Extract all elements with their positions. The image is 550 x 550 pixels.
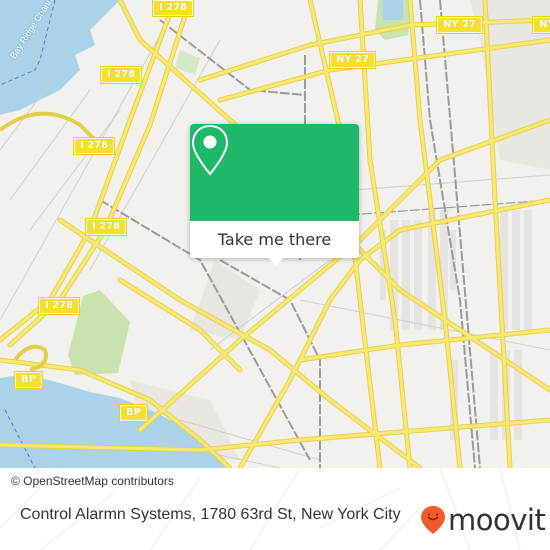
attribution-text: © OpenStreetMap contributors [11,474,174,488]
location-popup: Take me there [190,124,359,266]
address-text: Control Alarmn Systems, 1780 63rd St, Ne… [20,506,401,523]
route-shield-i278: I 278 [72,137,116,155]
moovit-wordmark: moovit [448,503,546,537]
route-shield-bp: BP [119,404,148,422]
route-shield-i278: I 278 [99,66,143,84]
route-shield-ny27: NY 27 [328,51,377,69]
route-shield-i278: I 278 [37,297,81,315]
popup-pointer [268,257,284,266]
route-shield-bp: BP [14,371,43,389]
route-shield-i278: I 278 [84,218,128,236]
route-shield-ny27: NY [532,16,550,34]
moovit-logo[interactable]: moovit [420,503,546,537]
route-shield-i278: I 278 [151,0,195,17]
osm-attribution[interactable]: © OpenStreetMap contributors [0,471,180,491]
popup-header [190,124,359,221]
map[interactable]: Bay Ridge Channel I 278 I 278 I 278 I 27… [0,0,550,468]
map-pin-icon [191,124,229,176]
moovit-pin-icon [421,506,445,534]
route-shield-ny27: NY 27 [435,16,484,34]
take-me-there-button[interactable]: Take me there [190,221,359,258]
